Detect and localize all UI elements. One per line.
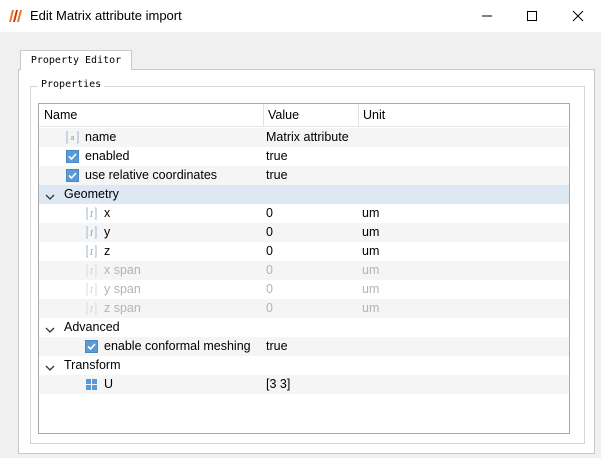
property-name: y <box>104 225 111 239</box>
property-name: name <box>85 130 117 144</box>
maximize-icon <box>527 11 537 21</box>
chevron-down-icon[interactable] <box>45 190 55 200</box>
property-name: x <box>104 206 111 220</box>
property-row-u[interactable]: U [3 3] <box>39 375 569 394</box>
property-row-name[interactable]: a name Matrix attribute <box>39 128 569 147</box>
svg-text:I: I <box>89 305 94 314</box>
property-name: use relative coordinates <box>85 168 218 182</box>
title-bar: Edit Matrix attribute import <box>0 0 601 32</box>
property-unit: um <box>362 301 380 315</box>
property-value[interactable]: 0 <box>266 242 273 261</box>
properties-group-title: Properties <box>38 79 105 90</box>
number-field-icon: I <box>85 302 98 315</box>
window-title: Edit Matrix attribute import <box>30 8 182 23</box>
property-row-z[interactable]: I z 0 um <box>39 242 569 261</box>
property-value: 0 <box>266 282 273 296</box>
property-row-x[interactable]: I x 0 um <box>39 204 569 223</box>
property-name: enabled <box>85 149 130 163</box>
column-header-name[interactable]: Name <box>39 104 264 126</box>
svg-text:a: a <box>70 134 74 142</box>
property-name: y span <box>104 282 141 296</box>
property-name: z span <box>104 301 141 315</box>
svg-text:I: I <box>89 286 94 295</box>
property-value[interactable]: true <box>266 147 288 166</box>
minimize-icon <box>482 15 492 17</box>
group-row-advanced[interactable]: Advanced <box>39 318 569 337</box>
group-name: Transform <box>64 358 121 372</box>
number-field-icon: I <box>85 264 98 277</box>
group-name: Advanced <box>64 320 120 334</box>
property-row-x-span: I x span 0 um <box>39 261 569 280</box>
property-value[interactable]: 0 <box>266 204 273 223</box>
property-value[interactable]: [3 3] <box>266 375 290 394</box>
property-row-enabled[interactable]: enabled true <box>39 147 569 166</box>
property-unit: um <box>362 244 380 258</box>
checked-checkbox-icon[interactable] <box>66 169 79 182</box>
column-header-unit[interactable]: Unit <box>358 104 569 126</box>
property-name: x span <box>104 263 141 277</box>
app-logo-icon <box>8 8 24 24</box>
property-row-enable-conformal-meshing[interactable]: enable conformal meshing true <box>39 337 569 356</box>
chevron-down-icon[interactable] <box>45 323 55 333</box>
checked-checkbox-icon[interactable] <box>66 150 79 163</box>
property-name: z <box>104 244 111 258</box>
maximize-button[interactable] <box>509 0 555 32</box>
svg-text:I: I <box>89 267 94 276</box>
property-row-y[interactable]: I y 0 um <box>39 223 569 242</box>
property-value[interactable]: 0 <box>266 223 273 242</box>
number-field-icon: I <box>85 283 98 296</box>
property-unit: um <box>362 263 380 277</box>
chevron-down-icon[interactable] <box>45 361 55 371</box>
group-row-transform[interactable]: Transform <box>39 356 569 375</box>
svg-text:I: I <box>89 229 94 238</box>
property-value[interactable]: Matrix attribute <box>266 128 349 147</box>
property-name: U <box>104 377 114 391</box>
property-row-z-span: I z span 0 um <box>39 299 569 318</box>
property-value: 0 <box>266 301 273 315</box>
minimize-button[interactable] <box>464 0 510 32</box>
property-row-y-span: I y span 0 um <box>39 280 569 299</box>
matrix-grid-icon <box>85 378 98 391</box>
number-field-icon: I <box>85 245 98 258</box>
property-value[interactable]: true <box>266 166 288 185</box>
column-header-value[interactable]: Value <box>263 104 359 126</box>
group-name: Geometry <box>64 187 119 201</box>
text-field-icon: a <box>66 131 79 144</box>
tab-property-editor[interactable]: Property Editor <box>20 50 132 70</box>
number-field-icon: I <box>85 226 98 239</box>
number-field-icon: I <box>85 207 98 220</box>
svg-text:I: I <box>89 210 94 219</box>
tree-header: Name Value Unit <box>39 104 569 127</box>
group-row-geometry[interactable]: Geometry <box>39 185 569 204</box>
property-unit: um <box>362 282 380 296</box>
property-value: 0 <box>266 263 273 277</box>
property-value[interactable]: true <box>266 337 288 356</box>
property-unit: um <box>362 225 380 239</box>
property-name: enable conformal meshing <box>104 339 251 353</box>
svg-text:I: I <box>89 248 94 257</box>
property-unit: um <box>362 206 380 220</box>
property-row-use-relative-coordinates[interactable]: use relative coordinates true <box>39 166 569 185</box>
checked-checkbox-icon[interactable] <box>85 340 98 353</box>
close-button[interactable] <box>555 0 601 32</box>
close-icon <box>572 10 584 22</box>
property-tree[interactable]: Name Value Unit a name Matrix attribute … <box>38 103 570 434</box>
